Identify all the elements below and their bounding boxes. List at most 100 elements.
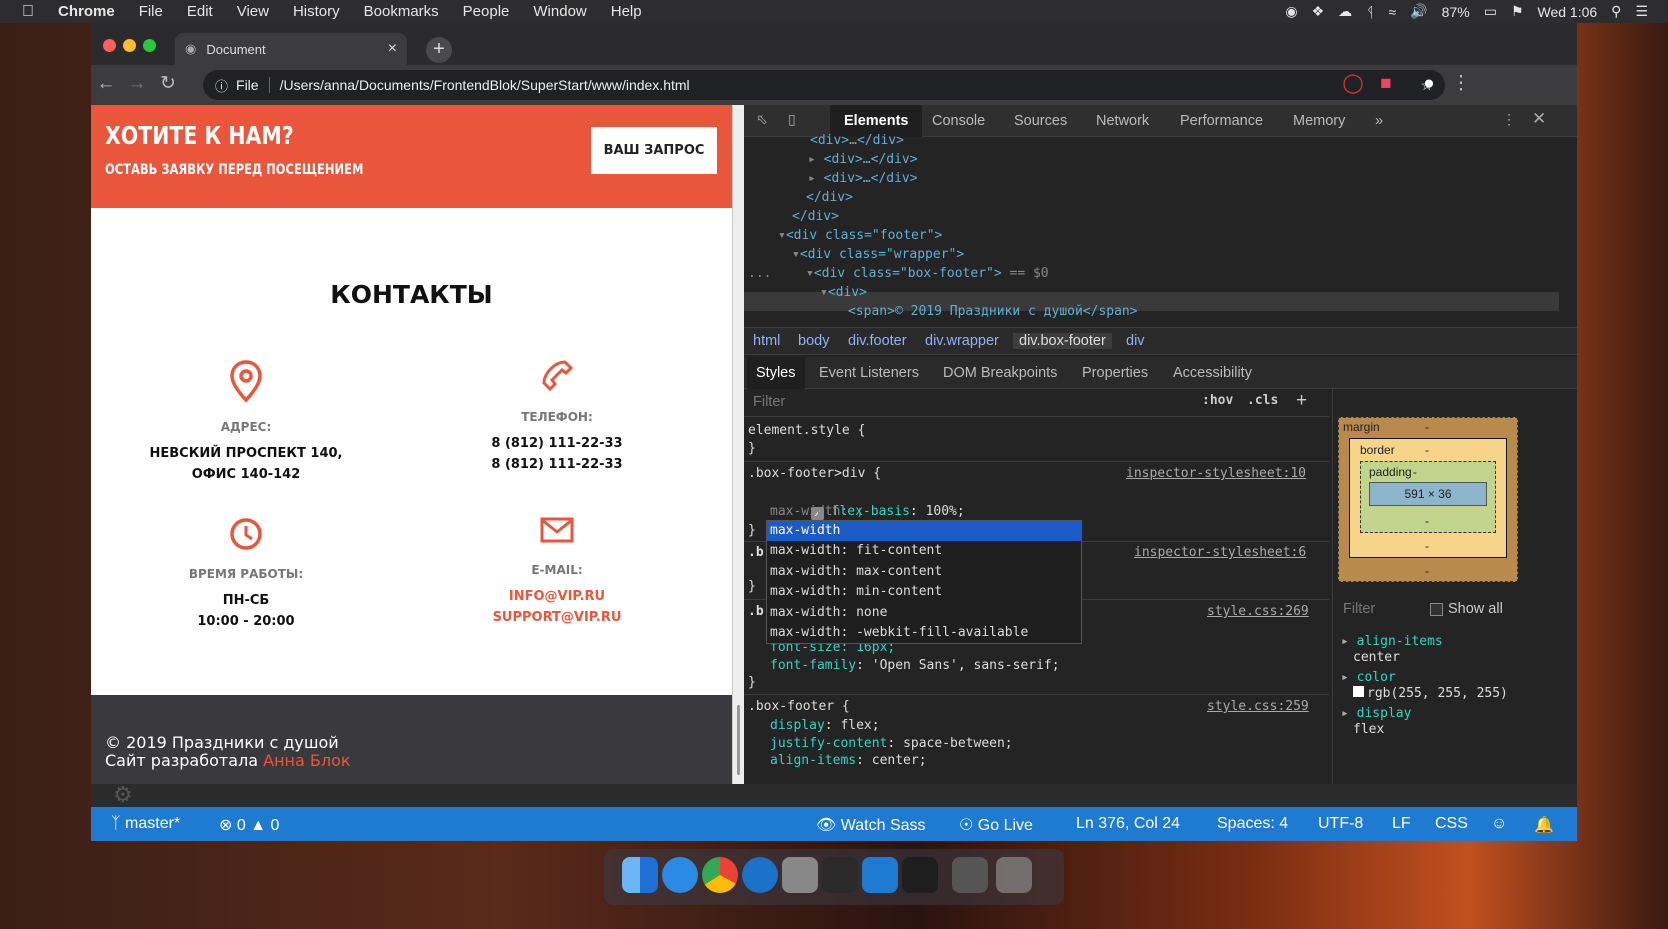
- scrollbar-thumb[interactable]: [737, 705, 740, 775]
- menu-history[interactable]: History: [281, 3, 352, 20]
- inspect-element-icon[interactable]: ⬁: [756, 111, 768, 128]
- autocomplete-option[interactable]: max-width: min-content: [767, 582, 1081, 602]
- tab-sources[interactable]: Sources: [1000, 105, 1081, 137]
- menu-view[interactable]: View: [225, 3, 281, 20]
- tab-accessibility[interactable]: Accessibility: [1164, 357, 1261, 389]
- autocomplete-option[interactable]: max-width: none: [767, 603, 1081, 623]
- flag-icon[interactable]: ⚑: [1511, 3, 1524, 20]
- crumb-html[interactable]: html: [753, 333, 780, 349]
- cls-toggle[interactable]: .cls: [1247, 393, 1278, 408]
- expand-arrow-icon[interactable]: ▾: [806, 266, 814, 281]
- expand-arrow-icon[interactable]: ▸: [1341, 634, 1357, 649]
- screen-recording-icon[interactable]: [952, 857, 988, 893]
- maximize-window-button[interactable]: [143, 39, 156, 52]
- battery-icon[interactable]: ▭: [1484, 3, 1497, 20]
- dom-line[interactable]: <div>…</div>: [810, 131, 904, 150]
- menu-window[interactable]: Window: [521, 3, 598, 20]
- autocomplete-option[interactable]: max-width: max-content: [767, 562, 1081, 582]
- new-tab-button[interactable]: +: [426, 37, 452, 63]
- crumb-div[interactable]: div: [1126, 333, 1145, 349]
- tab-styles[interactable]: Styles: [747, 357, 805, 389]
- collapse-arrow-icon[interactable]: ▸: [808, 152, 824, 167]
- autocomplete-option[interactable]: max-width: [767, 521, 1081, 542]
- rule4-source-link[interactable]: style.css:259: [1207, 697, 1309, 716]
- rule1-typing-max-width[interactable]: max-width: ;: [770, 502, 864, 521]
- rule4-decl-display[interactable]: display: flex;: [770, 716, 880, 735]
- dom-dots[interactable]: ...: [748, 266, 771, 281]
- notifications-bell-icon[interactable]: 🔔: [1534, 815, 1554, 835]
- email-1[interactable]: INFO@VIP.RU: [457, 586, 657, 607]
- menu-file[interactable]: File: [127, 3, 175, 20]
- tab-performance[interactable]: Performance: [1166, 105, 1277, 137]
- rule3-selector[interactable]: .b: [748, 602, 764, 621]
- rule1-selector[interactable]: .box-footer>div {: [748, 464, 881, 483]
- dropbox-icon[interactable]: ❖: [1312, 3, 1325, 20]
- dom-line-wrapper[interactable]: ▾<div class="wrapper">: [792, 245, 964, 264]
- trash-icon[interactable]: [996, 857, 1032, 893]
- cloud-icon[interactable]: ☁: [1338, 3, 1352, 20]
- figma-icon[interactable]: [902, 857, 938, 893]
- final-cut-icon[interactable]: [822, 857, 858, 893]
- chrome-menu-icon[interactable]: ⋮: [1449, 72, 1473, 96]
- tab-memory[interactable]: Memory: [1279, 105, 1359, 137]
- tab-event-listeners[interactable]: Event Listeners: [810, 357, 928, 389]
- computed-prop[interactable]: ▸ color: [1341, 670, 1396, 685]
- reload-icon[interactable]: ↻: [156, 72, 180, 96]
- notification-center-icon[interactable]: ☰: [1635, 3, 1648, 20]
- styles-filter-input[interactable]: Filter: [753, 394, 1173, 410]
- crumb-div-footer[interactable]: div.footer: [848, 333, 907, 349]
- rule2-selector[interactable]: .b: [748, 543, 764, 562]
- rule4-selector[interactable]: .box-footer {: [748, 697, 850, 716]
- menu-edit[interactable]: Edit: [175, 3, 225, 20]
- show-all-checkbox[interactable]: [1430, 603, 1443, 616]
- encoding-status[interactable]: UTF-8: [1318, 815, 1363, 833]
- back-icon[interactable]: ←: [94, 72, 118, 96]
- box-model-padding[interactable]: padding - - 591 × 36: [1360, 461, 1496, 533]
- browser-tab[interactable]: ◉ Document ×: [175, 33, 407, 65]
- wifi-icon[interactable]: ≈: [1389, 4, 1397, 20]
- element-style-selector[interactable]: element.style {: [748, 421, 865, 440]
- new-style-rule-button[interactable]: +: [1296, 390, 1307, 412]
- footer-author-link[interactable]: Анна Блок: [263, 751, 350, 770]
- tab-close-icon[interactable]: ×: [388, 40, 397, 58]
- box-model-margin[interactable]: margin - - border - - padding - - 591 × …: [1338, 417, 1518, 582]
- expand-arrow-icon[interactable]: ▸: [1341, 706, 1357, 721]
- box-model-border[interactable]: border - - padding - - 591 × 36: [1349, 438, 1507, 558]
- crumb-div-wrapper[interactable]: div.wrapper: [925, 333, 999, 349]
- system-preferences-icon[interactable]: [782, 857, 818, 893]
- rule1-source-link[interactable]: inspector-stylesheet:10: [1126, 464, 1306, 483]
- menu-bookmarks[interactable]: Bookmarks: [352, 3, 451, 20]
- menu-people[interactable]: People: [451, 3, 522, 20]
- box-model-content-size[interactable]: 591 × 36: [1369, 482, 1487, 506]
- dom-line-box-footer[interactable]: ▾<div class="box-footer"> == $0: [806, 264, 1049, 283]
- vscode-icon[interactable]: [862, 857, 898, 893]
- computed-filter-input[interactable]: Filter: [1343, 601, 1375, 617]
- expand-arrow-icon[interactable]: ▸: [1341, 670, 1357, 685]
- tab-network[interactable]: Network: [1082, 105, 1163, 137]
- dom-line-div[interactable]: ▾<div>: [820, 283, 867, 302]
- devtools-resize-handle[interactable]: [732, 105, 744, 807]
- chrome-icon[interactable]: [702, 857, 738, 893]
- computed-prop[interactable]: ▸ align-items: [1341, 634, 1443, 649]
- rule4-decl-align-items[interactable]: align-items: center;: [770, 751, 927, 770]
- record-icon[interactable]: ◉: [1285, 3, 1297, 20]
- apple-icon[interactable]: : [0, 3, 46, 21]
- finder-icon[interactable]: [622, 857, 658, 893]
- menu-chrome[interactable]: Chrome: [46, 3, 127, 20]
- expand-arrow-icon[interactable]: ▾: [778, 228, 786, 243]
- dom-line[interactable]: </div>: [792, 207, 839, 226]
- problems-status[interactable]: ⊗ 0 ▲ 0: [219, 815, 279, 835]
- gear-icon[interactable]: ⚙: [113, 782, 133, 808]
- autocomplete-option[interactable]: max-width: fit-content: [767, 541, 1081, 561]
- spotlight-search-icon[interactable]: ⚲: [1611, 3, 1621, 20]
- expand-arrow-icon[interactable]: ▾: [792, 247, 800, 262]
- address-bar[interactable]: ⓘ File /Users/anna/Documents/FrontendBlo…: [203, 70, 1445, 100]
- devtools-close-icon[interactable]: ✕: [1532, 109, 1546, 129]
- crumb-body[interactable]: body: [798, 333, 829, 349]
- minimize-window-button[interactable]: [123, 39, 136, 52]
- tab-properties[interactable]: Properties: [1073, 357, 1157, 389]
- computed-prop[interactable]: ▸ display: [1341, 706, 1411, 721]
- tab-console[interactable]: Console: [918, 105, 999, 137]
- hov-toggle[interactable]: :hov: [1202, 393, 1233, 408]
- device-toolbar-icon[interactable]: ▯: [788, 111, 796, 128]
